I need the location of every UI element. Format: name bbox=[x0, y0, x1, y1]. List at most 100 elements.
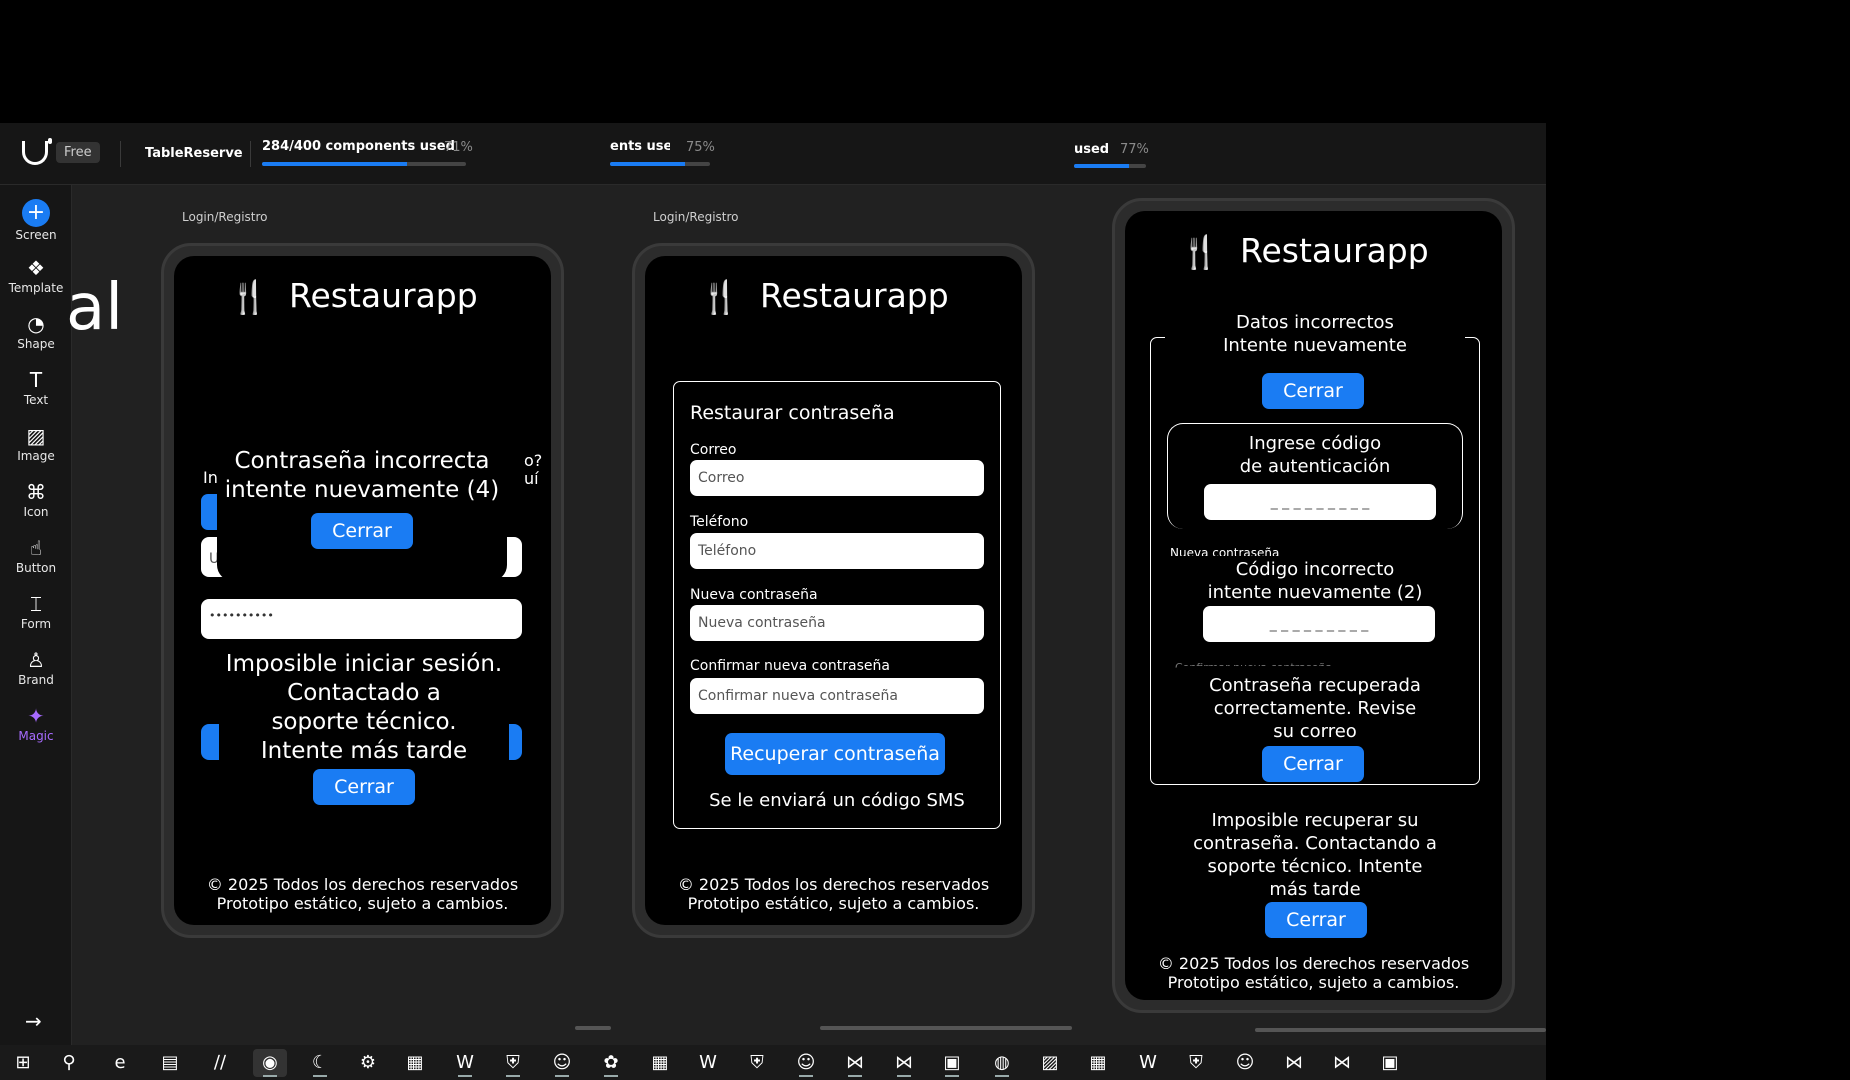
taskbar-app-icon[interactable]: ☺ bbox=[545, 1049, 579, 1077]
phone-screen: 🍴 Restaurapp Restaurar contraseña Correo… bbox=[645, 256, 1022, 925]
taskbar-app-icon[interactable]: ◍ bbox=[985, 1049, 1019, 1077]
taskbar-app-icon[interactable]: ⊞ bbox=[6, 1049, 40, 1077]
taskbar-app-icon[interactable]: ⛨ bbox=[1179, 1049, 1213, 1077]
phone-frame-recover[interactable]: 🍴 Restaurapp Restaurar contraseña Correo… bbox=[632, 243, 1035, 938]
taskbar-app-icon[interactable]: ▦ bbox=[398, 1049, 432, 1077]
usage-percent: 71% bbox=[444, 140, 473, 155]
app-logo-icon[interactable] bbox=[22, 138, 52, 165]
close-button[interactable]: Cerrar bbox=[1265, 902, 1367, 938]
taskbar-app-icon[interactable]: ⋈ bbox=[1277, 1049, 1311, 1077]
sidebar-item-image[interactable]: ▨ Image bbox=[0, 424, 72, 476]
card-heading: Restaurar contraseña bbox=[690, 402, 895, 424]
taskbar-app-icon[interactable]: ▦ bbox=[643, 1049, 677, 1077]
prototype-editor: Free TableReserve 284/400 components use… bbox=[0, 123, 1546, 1045]
taskbar-app-icon[interactable]: ⛨ bbox=[496, 1049, 530, 1077]
footer: © 2025 Todos los derechos reservados Pro… bbox=[645, 875, 1022, 913]
divider bbox=[120, 141, 121, 167]
taskbar-app-icon[interactable]: ⛨ bbox=[740, 1049, 774, 1077]
taskbar-app-icon[interactable]: ∕∕ bbox=[203, 1049, 237, 1077]
scrollbar[interactable] bbox=[575, 1026, 611, 1030]
usage-progress-fill bbox=[1074, 164, 1130, 168]
footer-note: Prototipo estático, sujeto a cambios. bbox=[1167, 973, 1460, 992]
taskbar-app-icon[interactable]: e bbox=[103, 1049, 137, 1077]
alert-dialog: Contraseña incorrecta intente nuevamente… bbox=[217, 431, 507, 581]
taskbar-app-icon[interactable]: ⚙ bbox=[351, 1049, 385, 1077]
close-button[interactable]: Cerrar bbox=[1262, 746, 1364, 782]
scrollbar[interactable] bbox=[820, 1026, 1072, 1030]
taskbar-app-icon[interactable]: ⚲ bbox=[52, 1049, 86, 1077]
alert-message: Imposible iniciar sesión. Contactado a s… bbox=[225, 651, 503, 764]
close-button[interactable]: Cerrar bbox=[313, 769, 415, 805]
text-fragment: In bbox=[203, 468, 218, 487]
recover-password-button[interactable]: Recuperar contraseña bbox=[725, 733, 945, 775]
confirm-password-field[interactable]: Confirmar nueva contraseña bbox=[690, 678, 984, 714]
taskbar-app-icon[interactable]: ▦ bbox=[1081, 1049, 1115, 1077]
sidebar-item-button[interactable]: ☝ Button bbox=[0, 536, 72, 588]
taskbar-app-icon[interactable]: ▤ bbox=[153, 1049, 187, 1077]
new-password-field[interactable]: Nueva contraseña bbox=[690, 605, 984, 641]
phone-field[interactable]: Teléfono bbox=[690, 533, 984, 569]
email-field[interactable]: Correo bbox=[690, 460, 984, 496]
phone-frame-recover-states[interactable]: 🍴 Restaurapp Datos incorrectos Intente n… bbox=[1112, 198, 1515, 1013]
app-header: 🍴 Restaurapp bbox=[645, 276, 1022, 316]
taskbar-app-icon[interactable]: ⋈ bbox=[838, 1049, 872, 1077]
pointer-icon: ☝ bbox=[29, 536, 43, 560]
password-input[interactable]: •••••••••• bbox=[201, 599, 522, 639]
taskbar-app-icon[interactable]: ✿ bbox=[594, 1049, 628, 1077]
sidebar-item-form[interactable]: ⌶ Form bbox=[0, 592, 72, 644]
footer: © 2025 Todos los derechos reservados Pro… bbox=[1125, 954, 1502, 992]
sidebar-item-template[interactable]: ❖ Template bbox=[0, 256, 72, 308]
close-button[interactable]: Cerrar bbox=[1262, 373, 1364, 409]
taskbar-app-icon[interactable]: ▣ bbox=[1373, 1049, 1407, 1077]
sidebar-item-icon[interactable]: ⌘ Icon bbox=[0, 480, 72, 532]
brand-icon: ♙ bbox=[27, 648, 45, 672]
usage-progress-bar bbox=[1074, 164, 1146, 168]
close-button[interactable]: Cerrar bbox=[311, 513, 413, 549]
taskbar-app-icon[interactable]: ⋈ bbox=[1325, 1049, 1359, 1077]
sidebar-item-label: Image bbox=[17, 449, 55, 463]
utensils-icon: 🍴 bbox=[700, 278, 740, 316]
auth-code-input[interactable]: _ _ _ _ _ _ _ _ _ bbox=[1203, 606, 1435, 642]
usage-label: 284/400 components used bbox=[262, 139, 455, 154]
sidebar-item-text[interactable]: T Text bbox=[0, 368, 72, 420]
plan-badge: Free bbox=[56, 142, 100, 163]
sidebar-item-brand[interactable]: ♙ Brand bbox=[0, 648, 72, 700]
usage-percent: 75% bbox=[686, 140, 715, 155]
sidebar-item-label: Shape bbox=[17, 337, 55, 351]
taskbar-app-icon[interactable]: ☺ bbox=[789, 1049, 823, 1077]
auth-code-prompt: Ingrese código de autenticación bbox=[1239, 433, 1391, 477]
app-title: Restaurapp bbox=[289, 276, 478, 315]
phone-frame-login[interactable]: 🍴 Restaurapp o? uí In U •••••••••• Contr… bbox=[161, 243, 564, 938]
taskbar-app-icon[interactable]: ▣ bbox=[935, 1049, 969, 1077]
taskbar: ⊞ ⚲ e ▤ ∕∕ ◉ ☾ ⚙ ▦ W ⛨ ☺ ✿ ▦ W ⛨ ☺ ⋈ ⋈ ▣ ◍ ▨ ▦ W ⛨ ☺ ⋈ ⋈ ▣ bbox=[0, 1045, 1546, 1080]
alert-message: Contraseña incorrecta intente nuevamente… bbox=[224, 448, 500, 503]
auth-code-input[interactable]: _ _ _ _ _ _ _ _ _ bbox=[1204, 484, 1436, 520]
layers-icon: ❖ bbox=[27, 256, 45, 280]
success-dialog: Contraseña recuperada correctamente. Rev… bbox=[1167, 666, 1463, 784]
taskbar-app-icon[interactable]: W bbox=[691, 1049, 725, 1077]
sidebar-item-shape[interactable]: ◔ Shape bbox=[0, 312, 72, 364]
alert-message: Datos incorrectos Intente nuevamente bbox=[1165, 311, 1465, 357]
taskbar-app-icon[interactable]: ☾ bbox=[303, 1049, 337, 1077]
recover-password-card: Restaurar contraseña Correo Correo Teléf… bbox=[673, 381, 1001, 829]
code-error-dialog: Código incorrecto intente nuevamente (2)… bbox=[1167, 556, 1463, 656]
taskbar-app-icon[interactable]: ▨ bbox=[1033, 1049, 1067, 1077]
taskbar-app-icon[interactable]: W bbox=[448, 1049, 482, 1077]
frame-label[interactable]: Login/Registro bbox=[182, 210, 268, 224]
field-label: Correo bbox=[690, 442, 737, 458]
usage-progress-fill bbox=[262, 162, 407, 166]
frame-label[interactable]: Login/Registro bbox=[653, 210, 739, 224]
field-label: Nueva contraseña bbox=[690, 587, 818, 603]
taskbar-app-icon[interactable]: W bbox=[1131, 1049, 1165, 1077]
canvas-partial-text: al bbox=[66, 271, 123, 345]
taskbar-app-icon[interactable]: ☺ bbox=[1228, 1049, 1262, 1077]
project-name[interactable]: TableReserve bbox=[145, 146, 243, 161]
sidebar-item-screen[interactable]: + Screen bbox=[0, 199, 72, 251]
scrollbar[interactable] bbox=[1255, 1028, 1546, 1032]
sidebar-item-magic[interactable]: ✦ Magic bbox=[0, 704, 72, 756]
taskbar-app-icon[interactable]: ⋈ bbox=[887, 1049, 921, 1077]
footer: © 2025 Todos los derechos reservados Pro… bbox=[174, 875, 551, 913]
arrow-right-icon[interactable]: → bbox=[25, 1009, 42, 1033]
taskbar-app-icon[interactable]: ◉ bbox=[253, 1049, 287, 1077]
icon-library-icon: ⌘ bbox=[26, 480, 46, 504]
